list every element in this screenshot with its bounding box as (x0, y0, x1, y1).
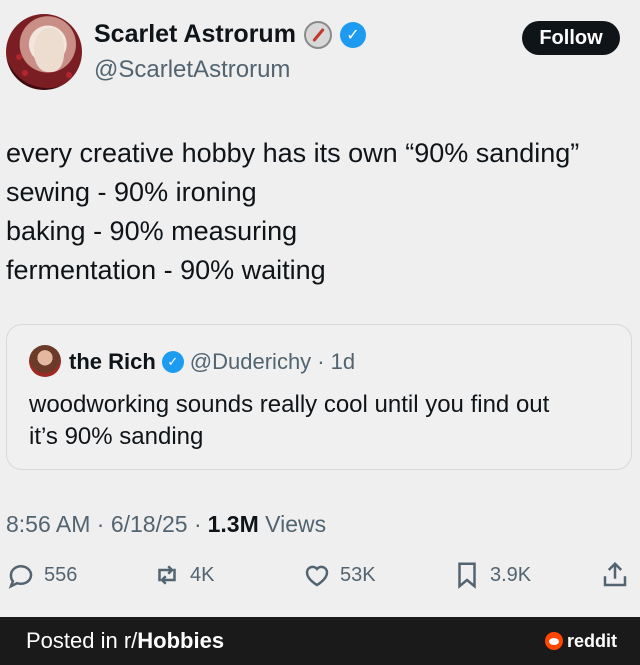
reddit-footer: Posted in r/Hobbies reddit (0, 617, 640, 665)
tweet-card: Scarlet Astrorum ✓ @ScarletAstrorum Foll… (0, 0, 640, 617)
tweet-line: fermentation - 90% waiting (6, 255, 326, 285)
share-button[interactable] (600, 560, 630, 590)
quote-text-line: it’s 90% sanding (29, 423, 204, 450)
bookmark-icon (458, 562, 476, 589)
quote-author-name: the Rich (69, 349, 156, 374)
reddit-icon (545, 632, 563, 650)
like-icon (305, 565, 329, 587)
quote-text: woodworking sounds really cool until you… (29, 389, 619, 453)
compass-icon (303, 20, 332, 49)
quoted-tweet[interactable]: the Rich ✓ @Duderichy · 1d woodworking s… (6, 324, 632, 470)
tweet-line: baking - 90% measuring (6, 216, 298, 246)
quote-avatar (29, 345, 61, 377)
quote-header: the Rich ✓ @Duderichy · 1d (69, 349, 355, 375)
author-avatar[interactable] (6, 14, 82, 90)
share-icon (603, 561, 627, 587)
tweet-line: sewing - 90% ironing (6, 177, 257, 207)
subreddit-name[interactable]: Hobbies (137, 628, 224, 653)
reply-button[interactable]: 556 (6, 560, 77, 590)
bookmark-button[interactable]: 3.9K (452, 560, 531, 590)
reddit-wordmark: reddit (567, 630, 618, 651)
like-count: 53K (340, 563, 376, 586)
reddit-logo[interactable]: reddit (545, 631, 617, 652)
quote-age: · 1d (317, 349, 356, 374)
author-handle[interactable]: @ScarletAstrorum (94, 56, 290, 84)
bookmark-count: 3.9K (490, 563, 532, 586)
tweet-line: every creative hobby has its own “90% sa… (6, 138, 580, 168)
tweet-text: every creative hobby has its own “90% sa… (6, 134, 636, 290)
tweet-timestamp: 8:56 AM · 6/18/25 · 1.3M Views (6, 511, 326, 538)
reply-icon (8, 565, 33, 589)
verified-icon: ✓ (339, 21, 366, 48)
timestamp-text: 8:56 AM · 6/18/25 · (6, 511, 202, 537)
quote-author-handle: @Duderichy (189, 349, 312, 374)
repost-button[interactable]: 4K (152, 560, 214, 590)
repost-icon (158, 565, 176, 585)
reply-count: 556 (44, 563, 78, 586)
author-name[interactable]: Scarlet Astrorum (94, 20, 296, 49)
views-count[interactable]: 1.3M Views (208, 511, 326, 538)
verified-icon: ✓ (161, 351, 184, 373)
like-button[interactable]: 53K (302, 560, 376, 590)
author-name-row: Scarlet Astrorum ✓ (94, 20, 366, 49)
action-bar: 556 4K 53K 3.9K (0, 560, 640, 600)
repost-count: 4K (190, 563, 215, 586)
follow-button[interactable]: Follow (522, 21, 620, 55)
posted-in-label[interactable]: Posted in r/Hobbies (26, 628, 224, 654)
quote-text-line: woodworking sounds really cool until you… (29, 391, 550, 418)
